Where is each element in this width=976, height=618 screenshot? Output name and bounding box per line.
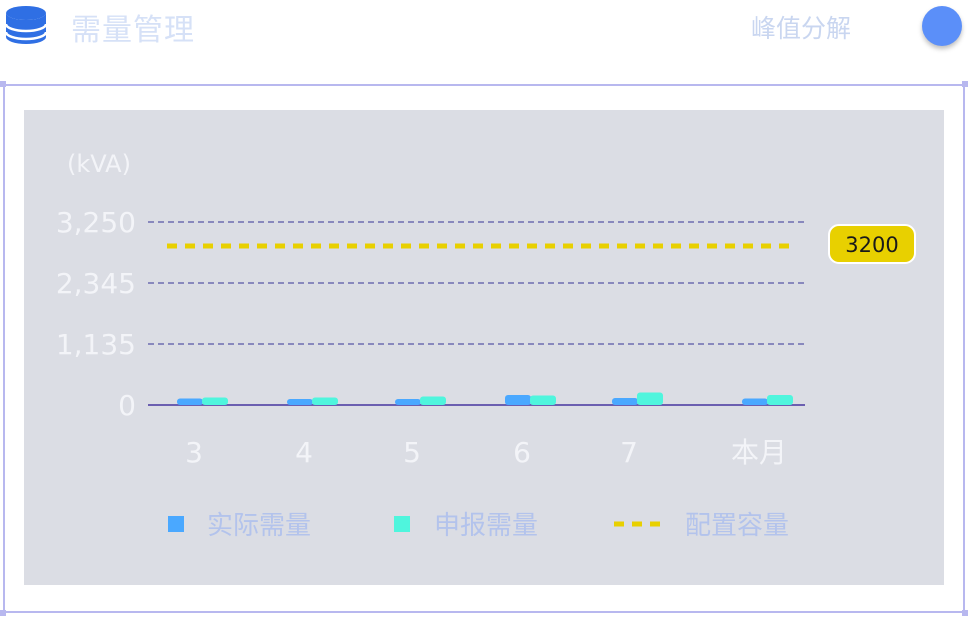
legend-label-declared: 申报需量 — [434, 511, 538, 541]
y-tick-label: 2,345 — [56, 267, 136, 300]
bar-declared — [530, 395, 556, 405]
capacity-badge-label: 3200 — [845, 233, 898, 257]
legend-swatch-actual — [168, 516, 184, 532]
bar-actual — [395, 399, 421, 405]
bar-actual — [612, 398, 638, 405]
legend-swatch-declared — [394, 516, 410, 532]
bar-actual — [505, 395, 531, 405]
x-tick-label: 6 — [513, 436, 531, 469]
x-tick-label: 7 — [620, 436, 638, 469]
bar-declared — [312, 397, 338, 405]
bar-actual — [177, 398, 203, 405]
legend-label-actual: 实际需量 — [207, 511, 311, 541]
demand-chart: (kVA) 3,250 2,345 1,135 0 3200 3 4 5 6 7 本月 实际需量… — [56, 150, 916, 541]
legend-label-capacity: 配置容量 — [685, 511, 789, 541]
bar-declared — [420, 396, 446, 405]
bar-actual — [742, 398, 768, 405]
bar-declared — [767, 395, 793, 405]
x-tick-label: 本月 — [731, 436, 787, 469]
y-tick-label: 1,135 — [56, 328, 136, 361]
x-tick-label: 3 — [185, 436, 203, 469]
y-unit-label: (kVA) — [67, 150, 131, 178]
x-tick-label: 5 — [403, 436, 421, 469]
bar-declared — [202, 397, 228, 405]
bar-actual — [287, 399, 313, 405]
x-tick-label: 4 — [295, 436, 313, 469]
y-tick-label: 3,250 — [56, 206, 136, 239]
y-tick-label: 0 — [118, 389, 136, 422]
bar-declared — [637, 392, 663, 405]
